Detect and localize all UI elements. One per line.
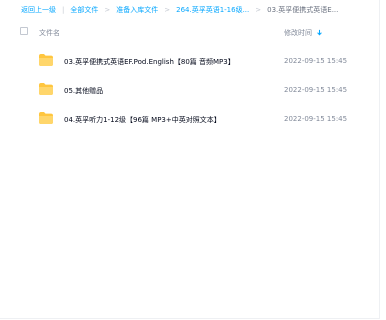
file-list-panel: 返回上一级 | 全部文件 > 准备入库文件 > 264.英孚英语1-16级...… — [0, 0, 380, 319]
file-modified-time: 2022-09-15 15:45 — [284, 57, 348, 65]
column-header-name[interactable]: 文件名 — [39, 28, 60, 38]
breadcrumb: 返回上一级 | 全部文件 > 准备入库文件 > 264.英孚英语1-16级...… — [21, 3, 338, 17]
breadcrumb-all-files[interactable]: 全部文件 — [70, 5, 98, 15]
folder-icon — [39, 112, 53, 124]
folder-icon — [39, 83, 53, 95]
file-name[interactable]: 03.英孚便携式英语EF.Pod.English【80篇 音频MP3】 — [64, 57, 235, 67]
breadcrumb-chevron-icon: > — [104, 6, 111, 14]
file-name[interactable]: 05.其他赠品 — [64, 86, 103, 96]
table-row[interactable]: 05.其他赠品 2022-09-15 15:45 — [0, 77, 380, 103]
breadcrumb-prepare-folder[interactable]: 准备入库文件 — [116, 5, 158, 15]
breadcrumb-current: 03.英孚便携式英语E... — [267, 6, 339, 14]
select-all-checkbox[interactable] — [20, 27, 28, 35]
file-modified-time: 2022-09-15 15:45 — [284, 86, 348, 94]
breadcrumb-separator: | — [62, 6, 65, 14]
column-header-modified-time[interactable]: 修改时间 — [284, 28, 312, 38]
back-link[interactable]: 返回上一级 — [21, 5, 56, 15]
breadcrumb-chevron-icon: > — [255, 6, 262, 14]
table-row[interactable]: 04.英孚听力1-12级【96篇 MP3+中英对照文本】 2022-09-15 … — [0, 106, 380, 132]
breadcrumb-chevron-icon: > — [164, 6, 171, 14]
file-name[interactable]: 04.英孚听力1-12级【96篇 MP3+中英对照文本】 — [64, 115, 221, 125]
sort-desc-icon[interactable] — [316, 29, 323, 36]
table-header: 文件名 修改时间 — [0, 23, 380, 41]
table-row[interactable]: 03.英孚便携式英语EF.Pod.English【80篇 音频MP3】 2022… — [0, 48, 380, 74]
file-modified-time: 2022-09-15 15:45 — [284, 115, 348, 123]
breadcrumb-ef-folder[interactable]: 264.英孚英语1-16级... — [176, 5, 249, 15]
folder-icon — [39, 54, 53, 66]
